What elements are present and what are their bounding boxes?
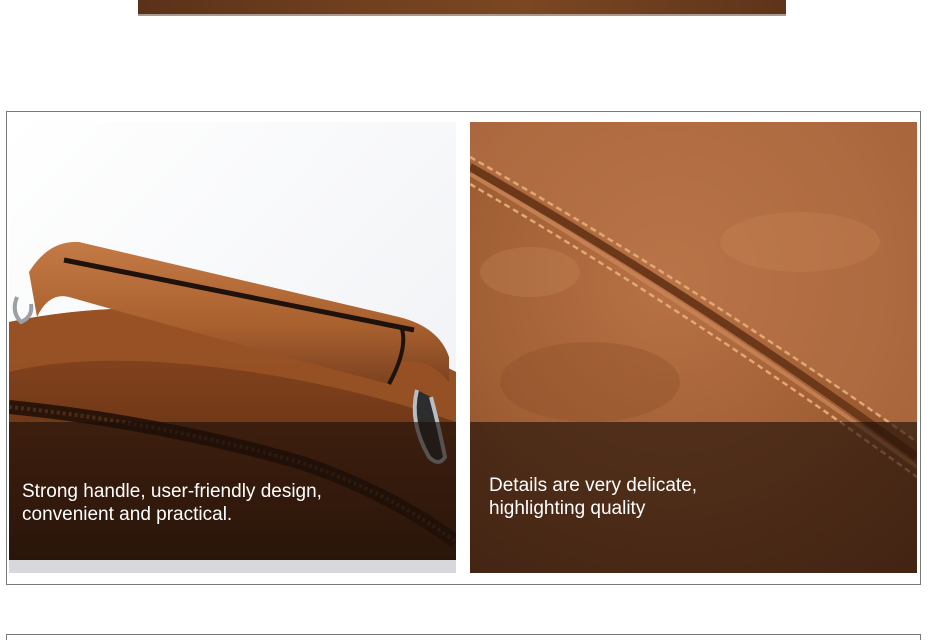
caption-line: Strong handle, user-friendly design,: [22, 481, 322, 502]
stitching-caption: Details are very delicate, highlighting …: [489, 474, 697, 520]
next-detail-panel-edge: [6, 634, 921, 640]
caption-line: convenient and practical.: [22, 504, 233, 525]
product-detail-page: Strong handle, user-friendly design, con…: [0, 0, 930, 640]
previous-product-photo-edge: [138, 0, 786, 16]
handle-caption: Strong handle, user-friendly design, con…: [22, 480, 322, 526]
stitching-detail-photo: Details are very delicate, highlighting …: [470, 122, 917, 573]
caption-line: Details are very delicate,: [489, 475, 698, 496]
detail-panel: Strong handle, user-friendly design, con…: [6, 111, 921, 585]
handle-detail-photo: Strong handle, user-friendly design, con…: [9, 122, 456, 573]
caption-line: highlighting quality: [489, 498, 646, 519]
